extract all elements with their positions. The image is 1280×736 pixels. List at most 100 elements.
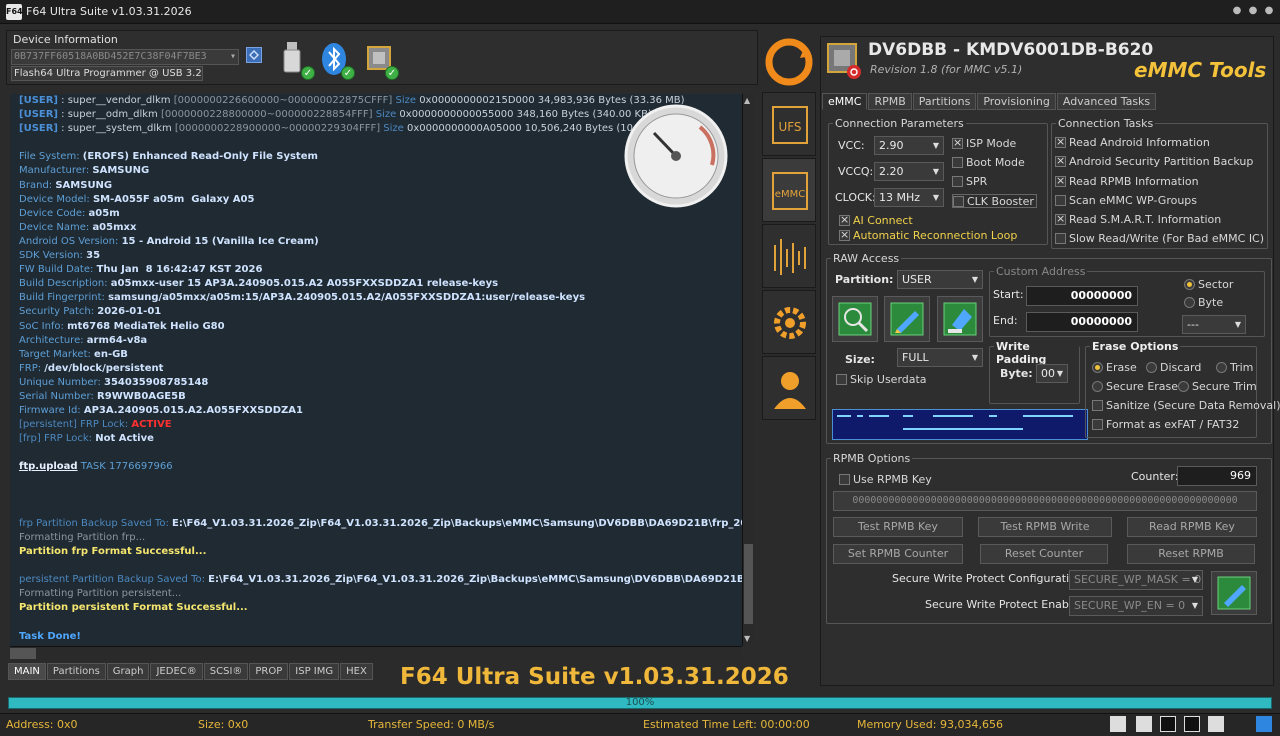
erase-radio[interactable]: Erase	[1092, 361, 1137, 375]
end-address-input[interactable]: 00000000	[1026, 312, 1138, 332]
tab-scsi[interactable]: SCSI®	[203, 663, 249, 680]
format-exfat-checkbox[interactable]: Format as exFAT / FAT32	[1092, 418, 1239, 432]
vcc-select[interactable]: 2.90 ▼	[874, 136, 944, 155]
auto-reconnect-checkbox[interactable]: Automatic Reconnection Loop	[839, 228, 1017, 243]
task-read-android-info[interactable]: Read Android Information	[1055, 135, 1210, 150]
byte-radio[interactable]: Byte	[1184, 296, 1223, 310]
sector-radio[interactable]: Sector	[1184, 278, 1233, 292]
check-icon: ✓	[301, 66, 315, 80]
reset-rpmb-button[interactable]: Reset RPMB	[1127, 544, 1255, 564]
task-read-rpmb[interactable]: Read RPMB Information	[1055, 174, 1199, 189]
options-icon[interactable]: ●	[1230, 4, 1244, 18]
wp-enable-label: Secure Write Protect Enable:	[925, 598, 1083, 611]
window-icon[interactable]	[1184, 716, 1200, 732]
isp-mode-checkbox[interactable]: ISP Mode	[952, 136, 1016, 151]
clock-select[interactable]: 13 MHz ▼	[874, 188, 944, 207]
discard-radio[interactable]: Discard	[1146, 361, 1201, 375]
log-line-info: FRP: /dev/block/persistent	[19, 362, 164, 374]
boot-mode-checkbox[interactable]: Boot Mode	[952, 156, 1025, 170]
start-address-input[interactable]: 00000000	[1026, 286, 1138, 306]
write-padding-title: Write Padding	[994, 340, 1079, 366]
task-scan-wp-groups[interactable]: Scan eMMC WP-Groups	[1055, 194, 1197, 208]
svg-text:eMMC: eMMC	[775, 189, 805, 200]
tab-emmc[interactable]: eMMC	[822, 93, 868, 110]
wp-config-select[interactable]: SECURE_WP_MASK = 0 ▼	[1069, 570, 1203, 590]
tab-partitions[interactable]: Partitions	[46, 663, 106, 680]
task-slow-read-write[interactable]: Slow Read/Write (For Bad eMMC IC)	[1055, 232, 1264, 246]
trim-radio[interactable]: Trim	[1216, 361, 1253, 375]
tab-graph[interactable]: Graph	[106, 663, 150, 680]
padding-byte-select[interactable]: 00 ▼	[1036, 364, 1068, 383]
write-raw-button[interactable]	[884, 296, 930, 342]
tab-isp-img[interactable]: ISP IMG	[289, 663, 340, 680]
ai-connect-checkbox[interactable]: AI Connect	[839, 213, 913, 228]
tab-jedec[interactable]: JEDEC®	[150, 663, 203, 680]
settings-icon[interactable]	[1208, 716, 1224, 732]
scroll-down-icon[interactable]: ▼	[744, 634, 753, 644]
write-wp-button[interactable]	[1211, 571, 1257, 615]
task-security-backup[interactable]: Android Security Partition Backup	[1055, 154, 1253, 169]
ufs-module-icon[interactable]: UFS	[762, 92, 816, 156]
speed-gauge-icon	[620, 103, 732, 209]
clk-booster-checkbox[interactable]: CLK Booster	[952, 194, 1037, 208]
sync-icon[interactable]	[1110, 716, 1126, 732]
use-rpmb-key-checkbox[interactable]: Use RPMB Key	[839, 473, 932, 487]
secure-trim-radio[interactable]: Secure Trim	[1178, 380, 1257, 394]
home-icon[interactable]	[1256, 716, 1272, 732]
tab-advanced-tasks[interactable]: Advanced Tasks	[1056, 93, 1157, 110]
secure-erase-radio[interactable]: Secure Erase	[1092, 380, 1178, 394]
tab-partitions-right[interactable]: Partitions	[912, 93, 977, 110]
device-serial-select[interactable]: 0B737FF60518A0BD452E7C38F04F7BE3 ▾	[11, 49, 239, 65]
emmc-module-icon[interactable]: eMMC	[762, 158, 816, 222]
device-serial-value: 0B737FF60518A0BD452E7C38F04F7BE3	[14, 51, 207, 62]
tab-main[interactable]: MAIN	[8, 663, 46, 680]
rpmb-key-input[interactable]: 0000000000000000000000000000000000000000…	[833, 491, 1257, 511]
minimize-icon[interactable]: ●	[1246, 4, 1260, 18]
reset-counter-button[interactable]: Reset Counter	[980, 544, 1108, 564]
hscroll-thumb[interactable]	[10, 648, 36, 659]
progress-bar: 100%	[8, 697, 1272, 709]
close-icon[interactable]: ●	[1262, 4, 1276, 18]
signal-analyzer-icon[interactable]	[762, 224, 816, 288]
test-rpmb-write-button[interactable]: Test RPMB Write	[978, 517, 1112, 537]
partition-select[interactable]: USER ▼	[897, 270, 983, 289]
refresh-connect-icon[interactable]	[762, 34, 816, 90]
usb-drive-icon: ✓	[279, 40, 315, 80]
test-rpmb-key-button[interactable]: Test RPMB Key	[833, 517, 963, 537]
skip-userdata-checkbox[interactable]: Skip Userdata	[836, 373, 927, 387]
tab-provisioning[interactable]: Provisioning	[977, 93, 1056, 110]
log-horizontal-scrollbar[interactable]	[10, 646, 742, 660]
connection-tasks-group: Connection Tasks Read Android Informatio…	[1051, 117, 1268, 249]
raw-access-group: RAW Access Partition: USER ▼ Size: FULL ▼ …	[826, 252, 1280, 444]
erase-raw-button[interactable]	[937, 296, 983, 342]
task-read-smart[interactable]: Read S.M.A.R.T. Information	[1055, 212, 1221, 227]
suite-banner-title: F64 Ultra Suite v1.03.31.2026	[400, 664, 789, 690]
tab-rpmb[interactable]: RPMB	[868, 93, 912, 110]
vccq-select[interactable]: 2.20 ▼	[874, 162, 944, 181]
size-select[interactable]: FULL ▼	[897, 348, 983, 367]
read-rpmb-key-button[interactable]: Read RPMB Key	[1127, 517, 1257, 537]
stop-icon[interactable]	[1160, 716, 1176, 732]
sanitize-checkbox[interactable]: Sanitize (Secure Data Removal)	[1092, 399, 1280, 413]
tab-hex[interactable]: HEX	[340, 663, 373, 680]
scroll-thumb[interactable]	[744, 544, 753, 624]
tab-prop[interactable]: PROP	[249, 663, 289, 680]
refresh-icon[interactable]	[246, 47, 262, 63]
log-line-done: Task Done!	[19, 630, 81, 642]
address-unit-select[interactable]: --- ▼	[1182, 315, 1246, 334]
settings-gear-icon[interactable]	[762, 290, 816, 354]
scroll-up-icon[interactable]: ▲	[744, 96, 753, 106]
chevron-down-icon: ▼	[1191, 575, 1198, 584]
spr-checkbox[interactable]: SPR	[952, 175, 987, 189]
reset-icon[interactable]	[1136, 716, 1152, 732]
wp-enable-select[interactable]: SECURE_WP_EN = 0 ▼	[1069, 596, 1203, 616]
chip-error-icon	[824, 40, 862, 80]
set-rpmb-counter-button[interactable]: Set RPMB Counter	[833, 544, 963, 564]
start-label: Start:	[993, 288, 1024, 301]
end-label: End:	[993, 314, 1018, 327]
log-vertical-scrollbar[interactable]: ▼ ▲	[742, 94, 754, 646]
rpmb-counter-input[interactable]: 969	[1177, 466, 1257, 486]
user-account-icon[interactable]	[762, 356, 816, 420]
read-raw-button[interactable]	[832, 296, 878, 342]
clock-value: 13 MHz	[879, 191, 921, 204]
